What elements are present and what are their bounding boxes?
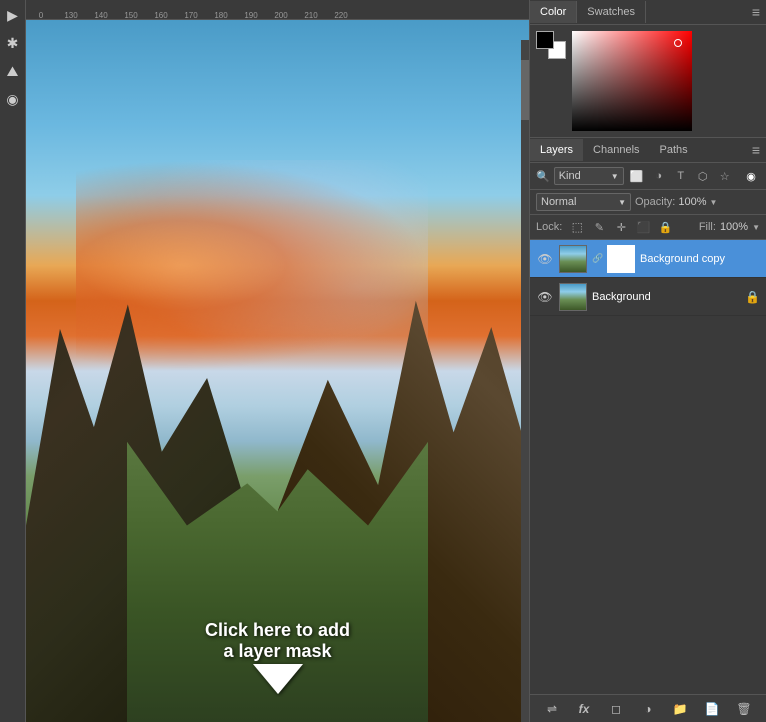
filter-pixel-btn[interactable]: ⬜ xyxy=(628,167,646,185)
annotation-arrow-container xyxy=(248,619,308,702)
fx-btn[interactable]: fx xyxy=(573,698,595,720)
fill-arrow: ▼ xyxy=(752,223,760,232)
extra-tool[interactable]: ◉ xyxy=(2,88,24,110)
lock-row: Lock: ⬚ ✎ ✛ ⬛ 🔒 Fill: 100% ▼ xyxy=(530,215,766,240)
ruler-tick: 140 xyxy=(86,11,116,20)
layer-link-icon: 🔗 xyxy=(592,253,602,264)
opacity-arrow: ▼ xyxy=(710,198,718,207)
blend-opacity-row: Normal ▼ Opacity: 100% ▼ xyxy=(530,190,766,215)
tab-color[interactable]: Color xyxy=(530,1,577,23)
layers-tabs: Layers Channels Paths ≡ xyxy=(530,138,766,163)
new-layer-btn[interactable]: 📄 xyxy=(701,698,723,720)
layers-panel-menu-btn[interactable]: ≡ xyxy=(746,138,766,162)
ruler-top: 0 130 140 150 160 170 180 190 200 210 22… xyxy=(26,0,529,20)
ruler-tick: 210 xyxy=(296,11,326,20)
foreground-background-swatch[interactable] xyxy=(536,31,566,59)
filter-shape-btn[interactable]: ⬡ xyxy=(694,167,712,185)
filter-tool[interactable]: ✱ xyxy=(2,32,24,54)
landscape-background xyxy=(26,20,529,722)
gradient-cursor xyxy=(674,39,682,47)
ruler-tick: 170 xyxy=(176,11,206,20)
new-group-btn[interactable]: 📁 xyxy=(669,698,691,720)
layer-visibility-background[interactable]: 👁 xyxy=(536,288,554,306)
layers-bottom-toolbar: ⇌ fx ◻ ◑ 📁 📄 🗑 xyxy=(530,694,766,722)
tab-swatches[interactable]: Swatches xyxy=(577,1,646,23)
blend-dropdown-arrow: ▼ xyxy=(618,198,626,207)
lock-paint-btn[interactable]: ✎ xyxy=(590,218,608,236)
lock-artboard-btn[interactable]: ⬛ xyxy=(634,218,652,236)
opacity-value[interactable]: 100% xyxy=(678,196,706,208)
background-lock-icon: 🔒 xyxy=(745,290,760,304)
opacity-label: Opacity: xyxy=(635,196,675,208)
tab-paths[interactable]: Paths xyxy=(650,139,698,161)
color-panel-tabs: Color Swatches ≡ xyxy=(530,0,766,25)
color-gradient-box[interactable] xyxy=(572,31,692,131)
fill-value[interactable]: 100% xyxy=(720,221,748,233)
lock-transparent-btn[interactable]: ⬚ xyxy=(568,218,586,236)
foreground-color-swatch[interactable] xyxy=(536,31,554,49)
ruler-tick: 180 xyxy=(206,11,236,20)
layer-mask-thumbnail xyxy=(607,245,635,273)
color-tools xyxy=(536,31,566,59)
landscape-tool[interactable]: ⛰ xyxy=(2,60,24,82)
filter-smart-btn[interactable]: ☆ xyxy=(716,167,734,185)
kind-dropdown-arrow: ▼ xyxy=(611,172,619,181)
ruler-tick: 190 xyxy=(236,11,266,20)
layer-row-background[interactable]: 👁 Background 🔒 xyxy=(530,278,766,316)
layer-row-background-copy[interactable]: 👁 🔗 Background copy xyxy=(530,240,766,278)
layers-list: 👁 🔗 Background copy 👁 Background 🔒 xyxy=(530,240,766,694)
canvas-image: Click here to adda layer mask xyxy=(26,20,529,722)
kind-dropdown[interactable]: Kind ▼ xyxy=(554,167,624,185)
canvas-area: 0 130 140 150 160 170 180 190 200 210 22… xyxy=(26,0,529,722)
color-panel-menu-btn[interactable]: ≡ xyxy=(746,0,766,24)
delete-layer-btn[interactable]: 🗑 xyxy=(733,698,755,720)
add-mask-btn[interactable]: ◻ xyxy=(605,698,627,720)
filter-toggle-btn[interactable]: ◉ xyxy=(742,167,760,185)
lock-all-btn[interactable]: 🔒 xyxy=(656,218,674,236)
ruler-tick: 150 xyxy=(116,11,146,20)
tab-channels[interactable]: Channels xyxy=(583,139,649,161)
color-gradient-area[interactable] xyxy=(572,31,760,131)
layer-name-background-copy: Background copy xyxy=(640,253,760,265)
ruler-tick: 220 xyxy=(326,11,356,20)
layer-thumbnail-background-copy xyxy=(559,245,587,273)
ruler-tick: 130 xyxy=(56,11,86,20)
ruler-tick: 0 xyxy=(26,11,56,20)
ruler-tick: 200 xyxy=(266,11,296,20)
tab-layers[interactable]: Layers xyxy=(530,139,583,161)
color-panel: Color Swatches ≡ xyxy=(530,0,766,138)
layers-filter-toolbar: 🔍 Kind ▼ ⬜ ◑ T ⬡ ☆ ◉ xyxy=(530,163,766,190)
layer-thumbnail-background xyxy=(559,283,587,311)
link-layers-btn[interactable]: ⇌ xyxy=(541,698,563,720)
color-picker-area xyxy=(530,25,766,137)
filter-adjust-btn[interactable]: ◑ xyxy=(650,167,668,185)
layer-name-background: Background xyxy=(592,291,740,303)
right-panel: Color Swatches ≡ xyxy=(529,0,766,722)
down-arrow-icon xyxy=(248,619,308,699)
ruler-marks: 0 130 140 150 160 170 180 190 200 210 22… xyxy=(26,0,356,20)
opacity-row: Opacity: 100% ▼ xyxy=(635,196,760,208)
filter-type-btn[interactable]: T xyxy=(672,167,690,185)
search-icon: 🔍 xyxy=(536,170,550,183)
canvas-scrollbar[interactable] xyxy=(521,40,529,722)
scrollbar-thumb[interactable] xyxy=(521,60,529,120)
lock-label: Lock: xyxy=(536,221,562,233)
blend-mode-dropdown[interactable]: Normal ▼ xyxy=(536,193,631,211)
lock-move-btn[interactable]: ✛ xyxy=(612,218,630,236)
layer-visibility-background-copy[interactable]: 👁 xyxy=(536,250,554,268)
play-tool[interactable]: ▶ xyxy=(2,4,24,26)
ruler-tick: 160 xyxy=(146,11,176,20)
add-adjustment-btn[interactable]: ◑ xyxy=(637,698,659,720)
fill-label: Fill: xyxy=(699,221,716,233)
layers-panel: Layers Channels Paths ≡ 🔍 Kind ▼ ⬜ ◑ T ⬡… xyxy=(530,138,766,722)
left-toolbar: ▶ ✱ ⛰ ◉ xyxy=(0,0,26,722)
